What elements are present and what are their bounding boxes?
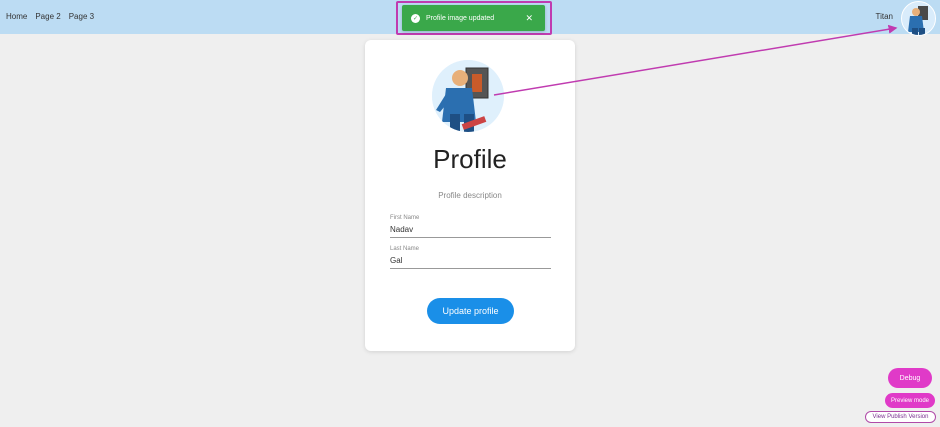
last-name-field: Last Name Gal <box>390 246 551 269</box>
profile-card: Profile Profile description First Name N… <box>365 40 575 351</box>
page-title: Profile <box>433 144 507 174</box>
debug-button[interactable]: Debug <box>888 368 932 388</box>
first-name-label: First Name <box>390 215 420 221</box>
nav-menu: Home Page 2 Page 3 <box>6 12 94 21</box>
profile-avatar[interactable] <box>432 60 504 132</box>
username-label: Titan <box>875 12 894 21</box>
first-name-input[interactable]: Nadav <box>390 225 551 238</box>
view-publish-version-button[interactable]: View Publish Version <box>865 411 936 423</box>
user-avatar[interactable] <box>901 1 936 36</box>
close-icon[interactable]: ✕ <box>525 13 533 24</box>
last-name-label: Last Name <box>390 246 420 252</box>
preview-mode-button[interactable]: Preview mode <box>885 393 935 408</box>
last-name-input[interactable]: Gal <box>390 256 551 269</box>
first-name-field: First Name Nadav <box>390 215 551 238</box>
success-toast: ✓ Profile image updated ✕ <box>402 5 545 31</box>
nav-item-home[interactable]: Home <box>6 12 27 21</box>
check-circle-icon: ✓ <box>411 13 420 23</box>
profile-description: Profile description <box>438 191 502 200</box>
nav-item-page-3[interactable]: Page 3 <box>69 12 94 21</box>
toast-message: Profile image updated <box>426 14 495 22</box>
update-profile-button[interactable]: Update profile <box>427 298 514 324</box>
nav-item-page-2[interactable]: Page 2 <box>35 12 60 21</box>
